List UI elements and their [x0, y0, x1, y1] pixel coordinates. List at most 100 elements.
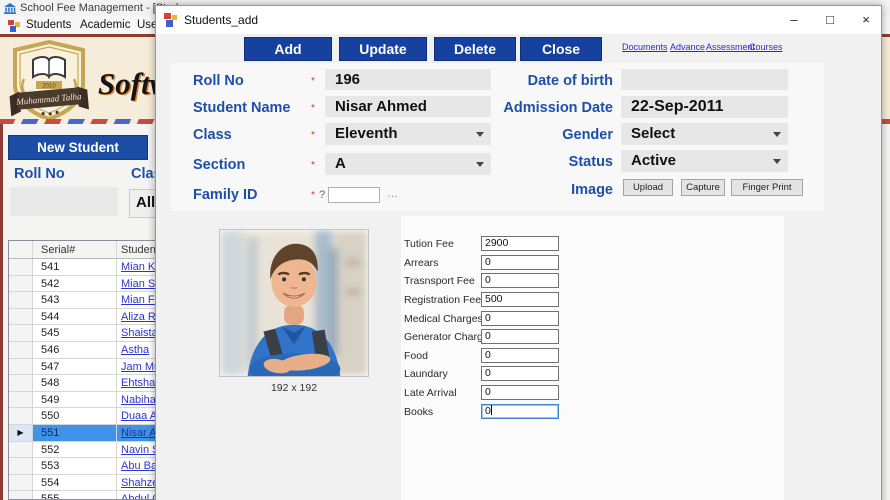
grid-corner: [9, 241, 33, 258]
logo-year: 2010: [42, 84, 56, 90]
dialog-titlebar: [156, 6, 881, 34]
generator-charges-input[interactable]: 0: [481, 329, 559, 344]
close-button[interactable]: Close: [520, 37, 602, 61]
table-row[interactable]: 545 Shaista: [9, 325, 159, 342]
table-row[interactable]: 546 Astha: [9, 341, 159, 359]
fingerprint-button[interactable]: Finger Print: [731, 179, 803, 196]
add-button[interactable]: Add: [244, 37, 332, 61]
section-label: Section: [193, 157, 246, 173]
arrears-input[interactable]: 0: [481, 255, 559, 270]
delete-button[interactable]: Delete: [434, 37, 516, 61]
table-row[interactable]: 542 Mian Sa: [9, 275, 159, 293]
student-link[interactable]: Nabiha: [121, 394, 156, 406]
table-row[interactable]: 555 Abdul Q: [9, 491, 159, 499]
student-link[interactable]: Shaista: [121, 327, 158, 339]
admission-date-field[interactable]: 22-Sep-2011: [621, 96, 788, 118]
student-link[interactable]: Mian Faz: [121, 294, 159, 306]
gender-label: Gender: [562, 127, 613, 143]
new-student-button[interactable]: New Student: [8, 135, 148, 160]
maximize-icon[interactable]: □: [816, 6, 844, 34]
text-cursor: [490, 405, 492, 415]
student-link[interactable]: Jam Muh: [121, 361, 159, 373]
table-row[interactable]: 552 Navin S: [9, 441, 159, 459]
books-input[interactable]: 0: [481, 404, 559, 419]
medical-charges-input[interactable]: 0: [481, 311, 559, 326]
laundry-input[interactable]: 0: [481, 366, 559, 381]
assessment-link[interactable]: Assessment: [706, 42, 755, 52]
advance-link[interactable]: Advance: [670, 42, 705, 52]
dialog-title: Students_add: [184, 13, 259, 27]
fee-label: Arrears: [404, 257, 439, 269]
filter-rollno-label: Roll No: [14, 166, 65, 182]
row-selector-icon: ▶: [9, 424, 33, 441]
dob-field[interactable]: [621, 69, 788, 90]
student-link[interactable]: Mian Kha: [121, 261, 159, 273]
student-link[interactable]: Duaa Af: [121, 410, 159, 422]
fee-label: Tution Fee: [404, 238, 454, 250]
fee-label: Registration Fee: [404, 294, 482, 306]
family-id-field[interactable]: [328, 187, 380, 203]
table-row[interactable]: 550 Duaa Af: [9, 408, 159, 425]
student-link[interactable]: Shahzeb: [121, 477, 159, 489]
tuition-fee-input[interactable]: 2900: [481, 236, 559, 251]
table-row[interactable]: 544 Aliza Re: [9, 308, 159, 326]
table-row[interactable]: 554Shahzeb: [9, 474, 159, 492]
dob-label: Date of birth: [527, 73, 613, 89]
student-name-label: Student Name: [193, 100, 291, 116]
documents-link[interactable]: Documents: [622, 42, 668, 52]
fee-label: Food: [404, 350, 428, 362]
chevron-down-icon: [770, 123, 786, 145]
fee-label: Late Arrival: [404, 387, 457, 399]
family-id-label: Family ID: [193, 187, 258, 203]
status-combo[interactable]: Active: [621, 150, 788, 172]
class-label: Class: [193, 127, 232, 143]
required-asterisk: *: [311, 103, 315, 114]
grid-header-row: Serial# Student: [9, 241, 159, 259]
courses-link[interactable]: Courses: [749, 42, 783, 52]
admission-date-label: Admission Date: [503, 100, 613, 116]
help-question-icon: ?: [319, 189, 326, 201]
rollno-label: Roll No: [193, 73, 244, 89]
col-serial[interactable]: Serial#: [33, 241, 117, 258]
table-row[interactable]: 543Mian Faz: [9, 292, 159, 309]
student-link[interactable]: Abdul Q: [121, 493, 159, 499]
food-input[interactable]: 0: [481, 348, 559, 363]
registration-fee-input[interactable]: 500: [481, 292, 559, 307]
chevron-down-icon: [770, 150, 786, 172]
gender-combo[interactable]: Select: [621, 123, 788, 145]
student-link[interactable]: Aliza Re: [121, 311, 159, 323]
winforms-icon: [8, 20, 22, 34]
capture-button[interactable]: Capture: [681, 179, 725, 196]
table-row[interactable]: 547Jam Muh: [9, 358, 159, 376]
fee-label: Books: [404, 406, 434, 418]
late-arrival-input[interactable]: 0: [481, 385, 559, 400]
student-link[interactable]: Ehtsham: [121, 377, 159, 389]
fee-label: Laundary: [404, 368, 448, 380]
student-link[interactable]: Abu Bak: [121, 460, 159, 472]
student-photo[interactable]: [219, 229, 369, 377]
student-link[interactable]: Nisar Ah: [121, 427, 159, 439]
close-icon[interactable]: ×: [852, 6, 880, 34]
col-student[interactable]: Student: [117, 241, 159, 258]
table-row[interactable]: 553 Abu Bak: [9, 458, 159, 475]
screen: School Fee Management - [Stude Students …: [0, 0, 890, 500]
minimize-icon[interactable]: –: [780, 6, 808, 34]
transport-fee-input[interactable]: 0: [481, 273, 559, 288]
table-row[interactable]: 549 Nabiha: [9, 391, 159, 409]
menu-students[interactable]: Students: [26, 19, 71, 31]
table-row[interactable]: 541Mian Kha: [9, 259, 159, 276]
update-button[interactable]: Update: [339, 37, 427, 61]
student-link[interactable]: Mian Sa: [121, 278, 159, 290]
students-grid: Serial# Student 541Mian Kha 542Mian Sa 5…: [8, 240, 160, 500]
student-link[interactable]: Astha: [121, 344, 149, 356]
menu-academic[interactable]: Academic: [80, 19, 131, 31]
student-link[interactable]: Navin S: [121, 444, 159, 456]
table-row[interactable]: 548Ehtsham: [9, 375, 159, 392]
required-asterisk: *: [311, 76, 315, 87]
table-row-selected[interactable]: ▶ 551 Nisar Ah: [9, 424, 159, 442]
fee-label: Trasnsport Fee: [404, 275, 475, 287]
family-id-lookup-button[interactable]: …: [387, 188, 398, 200]
filter-rollno-input[interactable]: [10, 187, 118, 216]
required-asterisk: *: [311, 130, 315, 141]
upload-button[interactable]: Upload: [623, 179, 673, 196]
